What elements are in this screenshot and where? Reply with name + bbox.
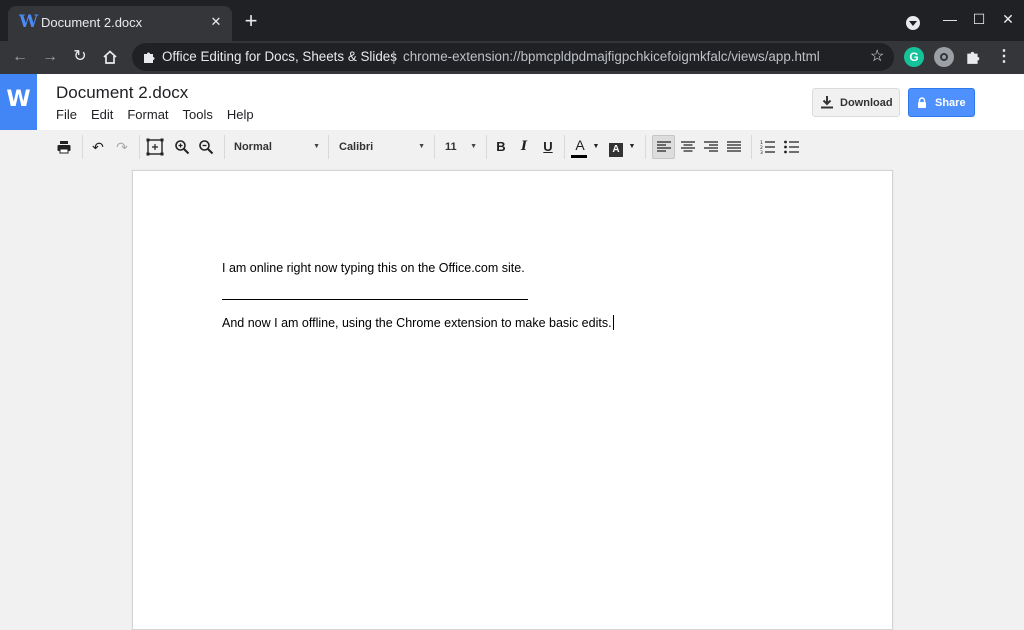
maximize-icon[interactable]: ☐	[968, 8, 990, 30]
svg-text:3: 3	[760, 150, 763, 154]
browser-toolbar: ← → ↻ Office Editing for Docs, Sheets & …	[0, 41, 1024, 74]
zoom-in-icon[interactable]	[172, 136, 192, 158]
toolbar-divider	[328, 135, 329, 159]
align-center-icon[interactable]	[678, 136, 698, 158]
font-family-value: Calibri	[339, 141, 374, 153]
toolbar-divider	[751, 135, 752, 159]
chevron-down-icon: ▼	[313, 143, 320, 150]
toolbar-divider	[139, 135, 140, 159]
document-page[interactable]: I am online right now typing this on the…	[132, 170, 893, 630]
address-bar[interactable]: Office Editing for Docs, Sheets & Slides…	[132, 43, 894, 71]
browser-menu-icon[interactable]: ⋮	[994, 47, 1014, 67]
underline-button[interactable]: U	[539, 136, 557, 158]
paragraph-style-select[interactable]: Normal ▼	[234, 136, 320, 158]
minimize-icon[interactable]: —	[939, 8, 961, 30]
browser-tab-strip: W Document 2.docx ✕ + — ☐ ✕	[0, 0, 1024, 41]
download-label: Download	[840, 97, 893, 109]
download-icon	[821, 96, 833, 109]
align-right-icon[interactable]	[701, 136, 721, 158]
highlight-color-button[interactable]: A	[608, 136, 624, 158]
font-color-button[interactable]: A	[571, 136, 589, 158]
word-logo-icon: W	[0, 74, 37, 130]
menu-edit[interactable]: Edit	[91, 107, 113, 122]
chevron-down-icon: ▼	[418, 143, 425, 150]
paragraph[interactable]: And now I am offline, using the Chrome e…	[222, 315, 614, 330]
paragraph[interactable]: I am online right now typing this on the…	[222, 261, 525, 275]
zoom-out-icon[interactable]	[196, 136, 216, 158]
document-title[interactable]: Document 2.docx	[56, 83, 188, 103]
tab-title: Document 2.docx	[41, 15, 143, 30]
toolbar-divider	[645, 135, 646, 159]
italic-button[interactable]: I	[515, 136, 533, 158]
download-button[interactable]: Download	[812, 88, 900, 117]
chevron-down-icon[interactable]: ▼	[628, 136, 636, 158]
menu-tools[interactable]: Tools	[183, 107, 213, 122]
back-arrow-icon[interactable]: ←	[8, 45, 32, 69]
home-icon[interactable]	[98, 45, 122, 69]
extension-puzzle-icon	[140, 48, 158, 66]
bookmark-star-icon[interactable]: ☆	[870, 47, 884, 67]
font-family-select[interactable]: Calibri ▼	[339, 136, 425, 158]
extensions-puzzle-icon[interactable]	[963, 47, 983, 67]
menu-file[interactable]: File	[56, 107, 77, 122]
print-icon[interactable]	[54, 136, 74, 158]
highlight-color-glyph: A	[609, 143, 623, 157]
profile-menu-icon[interactable]	[906, 16, 920, 30]
font-color-glyph: A	[575, 137, 585, 153]
paragraph-text: And now I am offline, using the Chrome e…	[222, 316, 612, 330]
align-justify-icon[interactable]	[724, 136, 744, 158]
share-label: Share	[935, 97, 966, 109]
lock-icon	[918, 97, 926, 108]
font-size-select[interactable]: 11 ▼	[445, 136, 477, 158]
word-favicon-icon: W	[19, 12, 39, 32]
horizontal-rule	[222, 299, 528, 300]
url-text: chrome-extension://bpmcpldpdmajfigpchkic…	[403, 49, 820, 64]
bold-button[interactable]: B	[492, 136, 510, 158]
chevron-down-icon[interactable]: ▼	[592, 136, 600, 158]
reload-icon[interactable]: ↻	[68, 45, 92, 69]
paragraph-style-value: Normal	[234, 141, 272, 153]
toolbar-divider	[224, 135, 225, 159]
chevron-down-icon: ▼	[470, 143, 477, 150]
formatting-toolbar: ↶ ↷ Normal ▼ Calibri ▼ 11 ▼ B I U A ▼ A …	[0, 130, 1024, 164]
app-header: W Document 2.docx File Edit Format Tools…	[0, 74, 1024, 130]
share-button[interactable]: Share	[908, 88, 975, 117]
menu-bar: File Edit Format Tools Help	[56, 107, 268, 122]
toolbar-divider	[486, 135, 487, 159]
font-color-swatch	[571, 155, 587, 158]
font-size-value: 11	[445, 141, 457, 153]
grammarly-extension-icon[interactable]: G	[904, 47, 924, 67]
fit-page-icon[interactable]	[145, 136, 165, 158]
bulleted-list-icon[interactable]	[781, 136, 801, 158]
forward-arrow-icon[interactable]: →	[38, 45, 62, 69]
toolbar-divider	[82, 135, 83, 159]
menu-help[interactable]: Help	[227, 107, 254, 122]
align-left-icon[interactable]	[652, 135, 675, 159]
numbered-list-icon[interactable]: 123	[757, 136, 777, 158]
site-name: Office Editing for Docs, Sheets & Slides	[162, 49, 397, 64]
toolbar-divider	[564, 135, 565, 159]
close-window-icon[interactable]: ✕	[997, 8, 1019, 30]
new-tab-icon[interactable]: +	[240, 10, 262, 32]
browser-tab[interactable]: W Document 2.docx ✕	[8, 6, 232, 41]
close-tab-icon[interactable]: ✕	[208, 14, 224, 30]
text-cursor	[612, 315, 614, 330]
url-separator: |	[392, 48, 396, 64]
circle-extension-icon[interactable]	[934, 47, 954, 67]
redo-icon[interactable]: ↷	[112, 136, 132, 158]
menu-format[interactable]: Format	[127, 107, 168, 122]
undo-icon[interactable]: ↶	[88, 136, 108, 158]
toolbar-divider	[434, 135, 435, 159]
